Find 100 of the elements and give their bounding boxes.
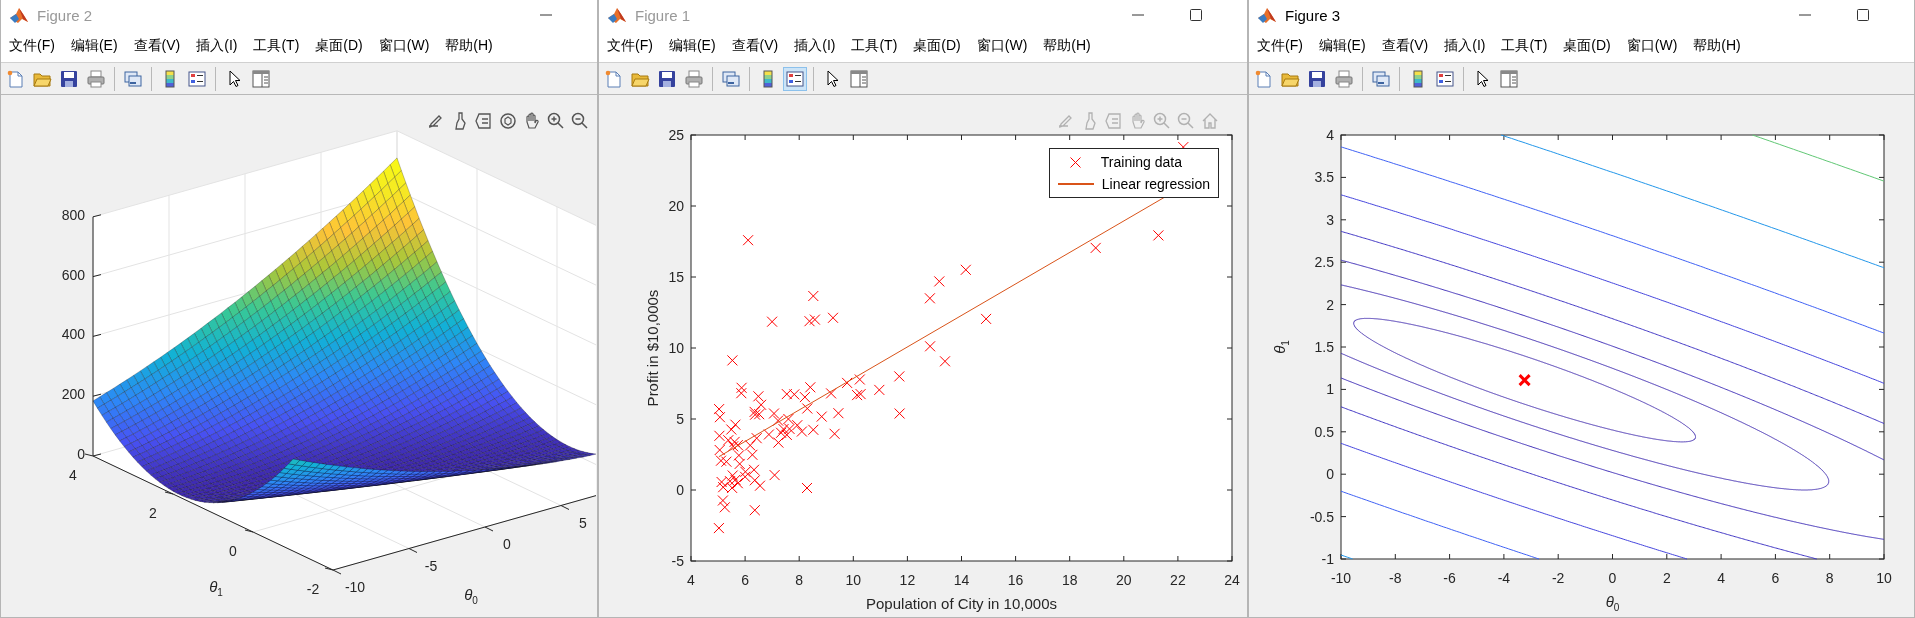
tick-label: -1 [1321, 551, 1334, 567]
data-point [769, 469, 781, 481]
menu-item[interactable]: 窗口(W) [1618, 35, 1686, 57]
data-point [1152, 229, 1164, 241]
axis-label: Population of City in 10,000s [866, 596, 1057, 612]
tick-label: 0 [676, 482, 684, 498]
menu-item[interactable]: 桌面(D) [307, 35, 371, 57]
axis-label: θ$_{0}$ [464, 587, 478, 608]
tick-label: -4 [1497, 570, 1511, 586]
printer-icon [684, 68, 704, 89]
menu-item[interactable]: 文件(F) [1, 35, 63, 57]
maximize-icon [1855, 8, 1871, 22]
data-point [829, 428, 841, 440]
data-point [816, 411, 828, 423]
menu-item[interactable]: 帮助(H) [437, 35, 501, 57]
menu-item[interactable]: 编辑(E) [660, 35, 724, 57]
menu-item[interactable]: 查看(V) [723, 35, 787, 57]
tick-label: 24 [1224, 572, 1240, 588]
tick-label: 20 [1116, 572, 1132, 588]
menu-item[interactable]: 工具(T) [843, 35, 906, 57]
data-point [714, 411, 726, 423]
data-point [748, 464, 760, 476]
data-point [791, 419, 803, 431]
menu-item[interactable]: 插入(I) [786, 35, 844, 57]
menu-item[interactable]: 工具(T) [245, 35, 308, 57]
menu-item[interactable]: 窗口(W) [968, 35, 1036, 57]
menu-item[interactable]: 查看(V) [1373, 35, 1437, 57]
tick-label: 0 [77, 446, 85, 462]
tick-label: 1.5 [1314, 339, 1334, 355]
legend-icon [187, 68, 207, 89]
menu-item[interactable]: 桌面(D) [905, 35, 969, 57]
data-point [753, 408, 765, 420]
data-point [713, 430, 725, 442]
data-point [873, 384, 885, 396]
data-point [807, 290, 819, 302]
menu-item[interactable]: 窗口(W) [370, 35, 438, 57]
data-point [714, 444, 726, 456]
data-point [781, 429, 793, 441]
data-point [733, 449, 745, 461]
data-point [726, 354, 738, 366]
zoom-out-icon [570, 111, 590, 131]
zoom-out-icon [1176, 111, 1196, 131]
data-point [766, 316, 778, 328]
data-point [751, 432, 763, 444]
menu-item[interactable]: 帮助(H) [1035, 35, 1099, 57]
tick-label: 15 [668, 269, 684, 285]
data-point [752, 390, 764, 402]
tick-label: 3.5 [1314, 169, 1334, 186]
tick-label: -5 [671, 553, 684, 569]
data-point [1090, 242, 1102, 254]
tick-label: -2 [306, 581, 320, 597]
tick-label: 2 [1662, 570, 1671, 586]
data-point [778, 423, 789, 435]
menu-item[interactable]: 插入(I) [1436, 35, 1494, 57]
minimum-marker [1518, 373, 1532, 387]
menu-item[interactable]: 文件(F) [599, 35, 661, 57]
tick-label: 22 [1170, 572, 1186, 588]
data-point [782, 413, 794, 425]
menu-item[interactable]: 查看(V) [125, 35, 189, 57]
data-point [739, 466, 751, 478]
tick-label: 200 [61, 386, 85, 403]
data-point [755, 399, 767, 411]
data-point [796, 426, 808, 437]
panel-icon [849, 68, 869, 89]
axes-tool-button[interactable] [497, 110, 519, 132]
data-point [924, 340, 936, 352]
tick-label: 18 [1061, 572, 1078, 588]
data-point [855, 388, 867, 400]
menu-item[interactable]: 桌面(D) [1555, 35, 1619, 57]
data-point [742, 234, 754, 246]
tooltip-icon [1104, 111, 1124, 131]
menu-item[interactable]: 编辑(E) [62, 35, 126, 57]
tick-label: 0 [1326, 466, 1334, 483]
data-point [720, 456, 732, 468]
data-point [729, 419, 741, 431]
menu-item[interactable]: 帮助(H) [1685, 35, 1749, 57]
tick-label: 0 [229, 543, 237, 559]
window-title: Figure 1 [635, 6, 691, 24]
data-point [801, 403, 813, 414]
legend-icon [785, 68, 805, 89]
tick-label: -6 [1443, 570, 1456, 586]
tick-label: 25 [668, 127, 684, 143]
tick-label: 10 [1876, 570, 1892, 586]
tick-label: -10 [344, 579, 366, 595]
menu-item[interactable]: 工具(T) [1493, 35, 1556, 57]
data-point [809, 314, 821, 326]
data-point [734, 458, 746, 470]
tick-label: 600 [61, 266, 85, 283]
menu-item[interactable]: 文件(F) [1249, 35, 1311, 57]
data-point [717, 481, 729, 493]
data-point [725, 424, 737, 435]
menu-item[interactable]: 编辑(E) [1310, 35, 1374, 57]
new-page-icon [1253, 68, 1273, 89]
tick-label: 10 [845, 572, 862, 588]
window-title: Figure 3 [1285, 6, 1341, 24]
linked-windows-icon [123, 68, 143, 89]
menu-item[interactable]: 插入(I) [188, 35, 246, 57]
data-point [754, 480, 766, 492]
zoom-in-icon [1152, 111, 1172, 131]
data-point [781, 388, 793, 400]
